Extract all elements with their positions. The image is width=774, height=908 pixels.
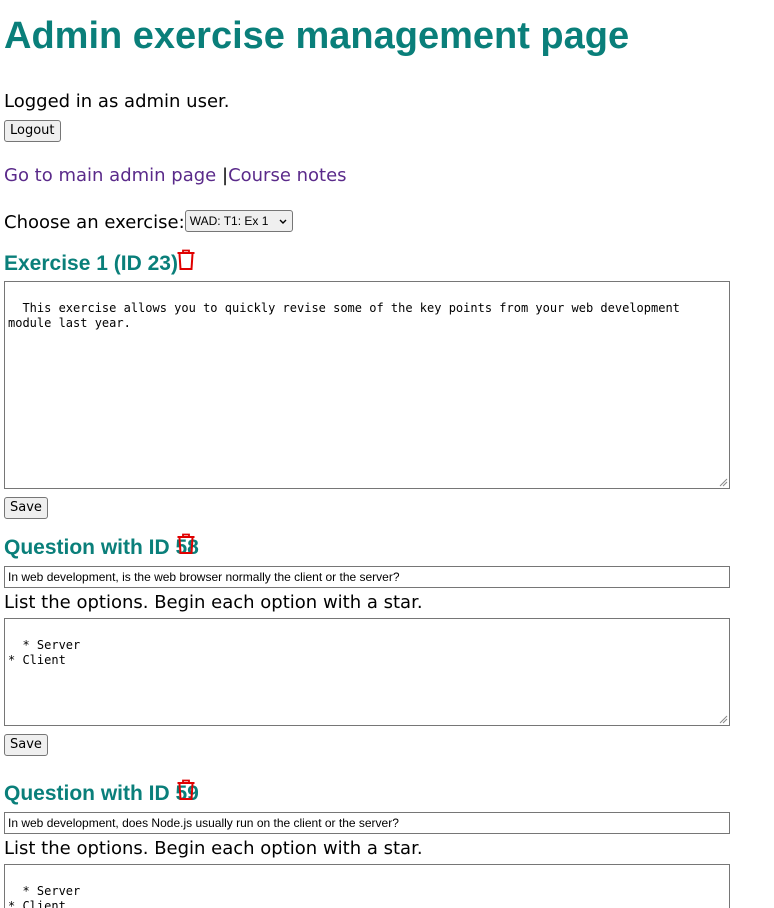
save-exercise-button[interactable]: Save: [4, 497, 48, 519]
course-notes-link[interactable]: Course notes: [228, 165, 347, 186]
exercise-picker: Choose an exercise: WAD: T1: Ex 1: [4, 210, 293, 234]
exercise-select-value: WAD: T1: Ex 1: [189, 214, 269, 228]
resize-grip-icon[interactable]: [718, 714, 728, 724]
trash-icon[interactable]: [176, 779, 196, 801]
exercise-picker-label: Choose an exercise:: [4, 212, 185, 233]
exercise-description-text: This exercise allows you to quickly revi…: [8, 301, 688, 330]
question-text-input[interactable]: In web development, does Node.js usually…: [4, 812, 730, 834]
question-title: Question with ID 58: [4, 536, 199, 559]
logout-button[interactable]: Logout: [4, 120, 61, 142]
trash-icon[interactable]: [176, 533, 196, 555]
question-options-textarea[interactable]: * Server * Client: [4, 618, 730, 726]
question-text-input[interactable]: In web development, is the web browser n…: [4, 566, 730, 588]
trash-icon[interactable]: [176, 249, 196, 271]
main-admin-link[interactable]: Go to main admin page: [4, 165, 216, 186]
question-options-text: * Server * Client: [8, 638, 81, 667]
chevron-down-icon: [279, 219, 287, 224]
question-title: Question with ID 59: [4, 782, 199, 805]
nav-links: Go to main admin page |Course notes: [4, 165, 347, 187]
login-status: Logged in as admin user.: [4, 91, 230, 112]
exercise-select[interactable]: WAD: T1: Ex 1: [184, 210, 293, 232]
page-title: Admin exercise management page: [4, 15, 630, 57]
options-instructions: List the options. Begin each option with…: [4, 592, 423, 613]
options-instructions: List the options. Begin each option with…: [4, 838, 423, 859]
exercise-title: Exercise 1 (ID 23): [4, 252, 178, 275]
resize-grip-icon[interactable]: [718, 477, 728, 487]
question-options-textarea[interactable]: * Server * Client: [4, 864, 730, 908]
question-text-value: In web development, does Node.js usually…: [8, 816, 399, 830]
question-options-text: * Server * Client: [8, 884, 81, 908]
save-question-button[interactable]: Save: [4, 734, 48, 756]
question-text-value: In web development, is the web browser n…: [8, 570, 400, 584]
exercise-description-textarea[interactable]: This exercise allows you to quickly revi…: [4, 281, 730, 489]
